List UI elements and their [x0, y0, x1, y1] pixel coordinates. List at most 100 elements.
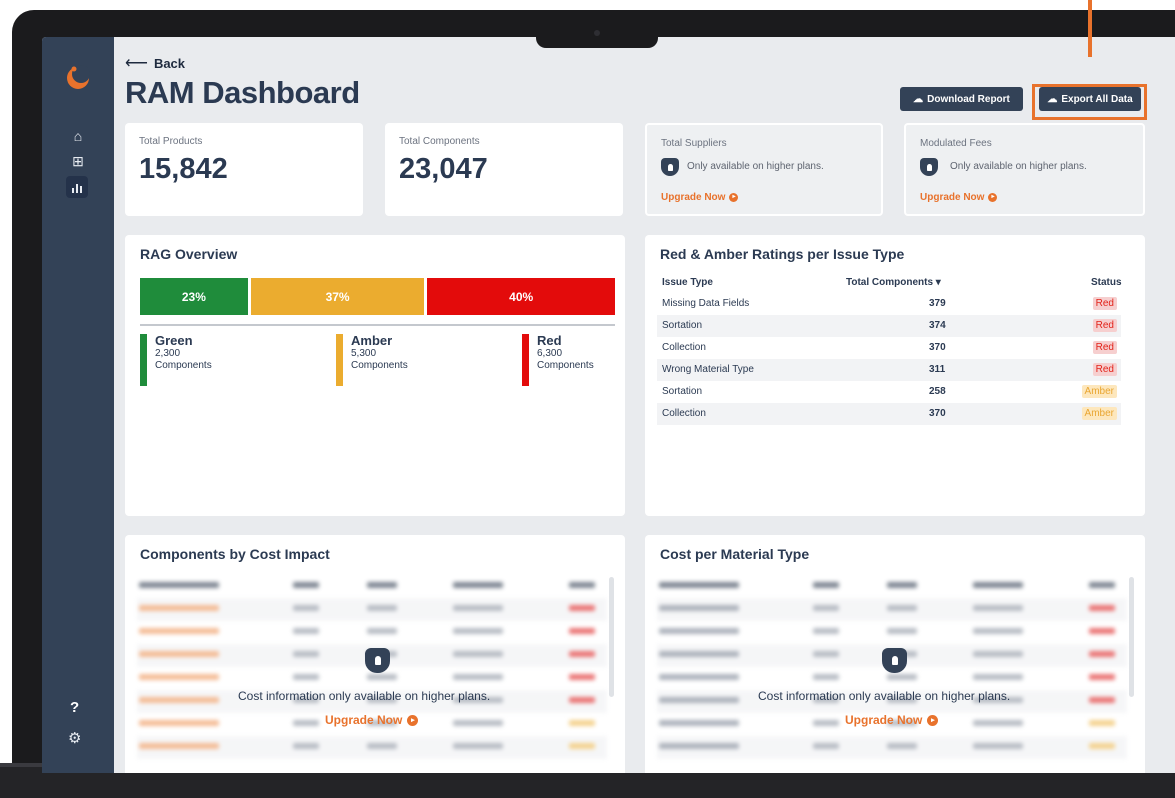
total-components-cell: 379	[929, 298, 946, 309]
arrow-right-icon: ▸	[407, 714, 419, 726]
cost-impact-card: Components by Cost Impact Cost informati…	[125, 535, 625, 773]
upgrade-label: Upgrade Now	[661, 192, 726, 203]
column-header-issue-type[interactable]: Issue Type	[662, 277, 713, 288]
blurred-cell	[367, 628, 397, 634]
legend-unit: Components	[351, 360, 408, 371]
blurred-row	[137, 621, 607, 644]
legend-swatch	[336, 334, 343, 386]
table-row[interactable]: Sortation 374 Red	[657, 315, 1121, 337]
column-header-total-components[interactable]: Total Components ▾	[846, 277, 941, 288]
table-row[interactable]: Collection 370 Amber	[657, 403, 1121, 425]
blurred-cell	[569, 697, 595, 703]
status-badge: Red	[1092, 363, 1117, 376]
legend-swatch	[140, 334, 147, 386]
stat-card-modulated-fees: Modulated Fees Only available on higher …	[904, 123, 1145, 216]
blurred-cell	[973, 674, 1023, 680]
blurred-cell	[367, 674, 397, 680]
blurred-cell	[1089, 674, 1115, 680]
rag-segment-amber: 37%	[250, 278, 425, 315]
camera-icon	[594, 30, 600, 36]
legend-count: 5,300	[351, 348, 377, 359]
issue-type-cell: Collection	[662, 342, 706, 353]
blurred-cell	[293, 674, 319, 680]
arrow-right-icon: ▸	[729, 193, 739, 202]
blurred-cell	[973, 720, 1023, 726]
column-header-status[interactable]: Status	[1091, 277, 1122, 288]
dashboard-chart-icon[interactable]	[66, 176, 88, 198]
settings-gear-icon[interactable]: ⚙	[68, 729, 81, 747]
blurred-cell	[973, 651, 1023, 657]
blurred-cell	[453, 628, 503, 634]
rag-segment-green: 23%	[140, 278, 248, 315]
blurred-cell	[659, 743, 739, 749]
blurred-cell	[569, 628, 595, 634]
blurred-row	[657, 736, 1127, 759]
blurred-cell	[813, 720, 839, 726]
stat-label: Total Components	[399, 136, 480, 147]
legend-count: 6,300	[537, 348, 563, 359]
cloud-download-icon: ☁	[913, 93, 924, 105]
blurred-row	[137, 736, 607, 759]
blurred-cell	[367, 743, 397, 749]
upgrade-label: Upgrade Now	[325, 713, 403, 727]
stat-card-total-components: Total Components 23,047	[385, 123, 623, 216]
scrollbar[interactable]	[1129, 577, 1134, 697]
blurred-cell	[569, 651, 595, 657]
blurred-cell	[139, 628, 219, 634]
scrollbar[interactable]	[609, 577, 614, 697]
upgrade-now-link[interactable]: Upgrade Now ▸	[325, 713, 419, 727]
blurred-cell	[887, 582, 917, 588]
upgrade-now-link[interactable]: Upgrade Now ▸	[845, 713, 939, 727]
blurred-cell	[293, 720, 319, 726]
shield-lock-icon	[661, 158, 679, 176]
blurred-cell	[139, 674, 219, 680]
blurred-cell	[659, 651, 739, 657]
blurred-cell	[453, 605, 503, 611]
blurred-row	[657, 621, 1127, 644]
arrow-right-icon: ▸	[988, 193, 998, 202]
table-row[interactable]: Missing Data Fields 379 Red	[657, 293, 1121, 315]
table-row[interactable]: Collection 370 Red	[657, 337, 1121, 359]
download-report-button[interactable]: ☁ Download Report	[900, 87, 1023, 111]
back-link[interactable]: ⟵ Back	[125, 53, 185, 73]
back-label: Back	[153, 55, 186, 71]
home-icon[interactable]: ⌂	[69, 127, 87, 145]
issue-type-cell: Sortation	[662, 386, 703, 397]
legend-name: Amber	[351, 333, 393, 348]
blurred-cell	[293, 582, 319, 588]
blurred-cell	[659, 697, 739, 703]
brand-logo-icon[interactable]	[64, 63, 92, 91]
legend-green: Green 2,300 Components	[140, 334, 212, 386]
rag-stacked-bar: 23% 37% 40%	[140, 278, 615, 315]
blurred-cell	[569, 720, 595, 726]
blurred-cell	[453, 720, 503, 726]
status-badge: Red	[1092, 297, 1117, 310]
blurred-row	[137, 598, 607, 621]
table-row[interactable]: Wrong Material Type 311 Red	[657, 359, 1121, 381]
back-arrow-icon: ⟵	[125, 55, 148, 72]
card-title: Cost per Material Type	[660, 546, 810, 562]
blurred-cell	[453, 651, 503, 657]
card-title: Red & Amber Ratings per Issue Type	[660, 246, 905, 262]
table-row[interactable]: Sortation 258 Amber	[657, 381, 1121, 403]
blurred-cell	[973, 605, 1023, 611]
callout-line	[1088, 0, 1092, 57]
blurred-cell	[1089, 697, 1115, 703]
upgrade-now-link[interactable]: Upgrade Now ▸	[661, 192, 739, 203]
add-icon[interactable]: ⊞	[69, 152, 87, 170]
upgrade-now-link[interactable]: Upgrade Now ▸	[920, 192, 998, 203]
card-title: Components by Cost Impact	[140, 546, 330, 562]
lock-icon	[882, 648, 907, 673]
upgrade-label: Upgrade Now	[920, 192, 985, 203]
locked-message: Only available on higher plans.	[950, 161, 1087, 172]
blurred-cell	[139, 743, 219, 749]
app-screen: ⌂ ⊞ ? ⚙ ⟵ Back RAM Dashboard ☁ Download …	[42, 37, 1175, 773]
blurred-cell	[887, 674, 917, 680]
legend-unit: Components	[155, 360, 212, 371]
issue-type-cell: Collection	[662, 408, 706, 419]
blurred-cell	[1089, 720, 1115, 726]
status-badge: Red	[1092, 341, 1117, 354]
blurred-cell	[659, 628, 739, 634]
help-icon[interactable]: ?	[70, 699, 79, 716]
blurred-cell	[973, 582, 1023, 588]
